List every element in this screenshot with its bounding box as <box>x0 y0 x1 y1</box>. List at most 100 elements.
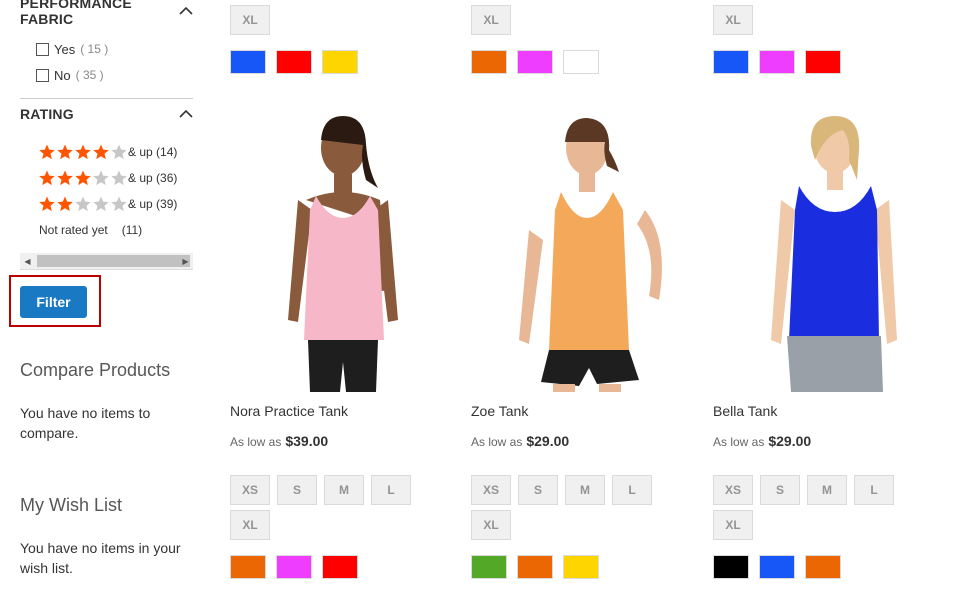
color-swatch[interactable] <box>471 50 507 74</box>
color-swatch[interactable] <box>471 555 507 579</box>
rating-option-label: & up (14) <box>128 145 178 159</box>
size-swatch-xs[interactable]: XS <box>713 475 753 505</box>
star-empty-icon <box>110 143 128 161</box>
checkbox-yes[interactable] <box>36 42 49 56</box>
product-price-box: As low as $29.00 <box>471 433 569 449</box>
star-empty-icon <box>110 195 128 213</box>
color-swatch[interactable] <box>230 555 266 579</box>
rating-option-4[interactable]: & up (14) <box>38 143 177 161</box>
size-swatch-l[interactable]: L <box>612 475 652 505</box>
divider <box>20 98 193 99</box>
horizontal-scrollbar[interactable]: ◀ ▶ <box>20 253 193 270</box>
product-name-link[interactable]: Bella Tank <box>713 403 777 419</box>
size-swatch-m[interactable]: M <box>324 475 364 505</box>
rating-option-3[interactable]: & up (36) <box>38 169 177 187</box>
size-swatch-s[interactable]: S <box>518 475 558 505</box>
rating-option-2[interactable]: & up (39) <box>38 195 177 213</box>
filter-option-no[interactable]: No ( 35 ) <box>36 67 104 83</box>
product-image[interactable] <box>228 100 458 392</box>
filter-option-label: Yes <box>54 41 76 57</box>
color-swatch[interactable] <box>322 50 358 74</box>
wishlist-title: My Wish List <box>20 495 123 515</box>
star-filled-icon <box>74 169 92 187</box>
price-prefix: As low as <box>471 435 523 449</box>
filter-button[interactable]: Filter <box>20 286 87 318</box>
star-filled-icon <box>56 143 74 161</box>
product-name-link[interactable]: Zoe Tank <box>471 403 528 419</box>
chevron-up-icon[interactable] <box>179 109 193 119</box>
scrollbar-thumb[interactable] <box>37 255 190 267</box>
filter-performance-fabric-title[interactable]: PERFORMANCE FABRIC <box>20 0 193 27</box>
product-image[interactable] <box>469 100 699 392</box>
color-swatch[interactable] <box>322 555 358 579</box>
product-price: $29.00 <box>768 433 812 449</box>
size-swatch-s[interactable]: S <box>760 475 800 505</box>
color-swatch[interactable] <box>276 50 312 74</box>
chevron-up-icon[interactable] <box>179 6 193 16</box>
not-rated-count: (11) <box>121 223 143 237</box>
color-swatch[interactable] <box>713 555 749 579</box>
size-swatch-m[interactable]: M <box>807 475 847 505</box>
price-prefix: As low as <box>230 435 282 449</box>
size-swatch-m[interactable]: M <box>565 475 605 505</box>
star-filled-icon <box>92 143 110 161</box>
size-swatch-l[interactable]: L <box>854 475 894 505</box>
star-filled-icon <box>56 195 74 213</box>
filter-option-count: ( 35 ) <box>75 68 104 82</box>
product-price: $29.00 <box>526 433 570 449</box>
size-swatch-xl[interactable]: XL <box>713 5 753 35</box>
size-swatch-xl[interactable]: XL <box>230 5 270 35</box>
compare-empty-message: You have no items to compare. <box>20 405 151 441</box>
star-filled-icon <box>38 143 56 161</box>
color-swatch[interactable] <box>230 50 266 74</box>
size-swatch-xl[interactable]: XL <box>471 5 511 35</box>
star-empty-icon <box>74 195 92 213</box>
color-swatch[interactable] <box>805 50 841 74</box>
star-rating <box>38 195 128 213</box>
rating-option-not-rated[interactable]: Not rated yet (11) <box>39 223 142 237</box>
star-filled-icon <box>74 143 92 161</box>
not-rated-label: Not rated yet <box>39 223 108 237</box>
color-swatch[interactable] <box>517 50 553 74</box>
filter-option-count: ( 15 ) <box>80 42 109 56</box>
filter-rating-label: RATING <box>20 106 74 122</box>
wishlist-empty-message: You have no items in your wish list. <box>20 540 181 576</box>
color-swatch[interactable] <box>759 50 795 74</box>
color-swatch[interactable] <box>563 555 599 579</box>
star-empty-icon <box>110 169 128 187</box>
filter-performance-fabric-label: PERFORMANCE FABRIC <box>20 0 132 27</box>
color-swatch[interactable] <box>713 50 749 74</box>
size-swatch-s[interactable]: S <box>277 475 317 505</box>
color-swatch[interactable] <box>759 555 795 579</box>
compare-products-title: Compare Products <box>20 360 171 380</box>
size-swatch-xs[interactable]: XS <box>471 475 511 505</box>
color-swatch[interactable] <box>805 555 841 579</box>
product-image[interactable] <box>711 100 941 392</box>
size-swatch-xl[interactable]: XL <box>230 510 270 540</box>
size-swatch-xl[interactable]: XL <box>471 510 511 540</box>
filter-option-label: No <box>54 67 71 83</box>
scroll-right-arrow-icon[interactable]: ▶ <box>178 253 193 270</box>
star-filled-icon <box>56 169 74 187</box>
star-filled-icon <box>38 169 56 187</box>
size-swatch-xl[interactable]: XL <box>713 510 753 540</box>
checkbox-no[interactable] <box>36 68 49 82</box>
filter-option-yes[interactable]: Yes ( 15 ) <box>36 41 108 57</box>
scroll-left-arrow-icon[interactable]: ◀ <box>20 253 35 270</box>
size-swatch-l[interactable]: L <box>371 475 411 505</box>
layered-navigation-sidebar: PERFORMANCE FABRIC Yes ( 15 ) No ( 35 ) … <box>0 0 200 602</box>
product-price-box: As low as $29.00 <box>713 433 811 449</box>
size-swatch-xs[interactable]: XS <box>230 475 270 505</box>
rating-option-label: & up (39) <box>128 197 178 211</box>
color-swatch[interactable] <box>276 555 312 579</box>
filter-rating-title[interactable]: RATING <box>20 103 193 125</box>
star-empty-icon <box>92 169 110 187</box>
color-swatch[interactable] <box>563 50 599 74</box>
star-empty-icon <box>92 195 110 213</box>
product-name-link[interactable]: Nora Practice Tank <box>230 403 348 419</box>
product-price: $39.00 <box>285 433 329 449</box>
rating-option-label: & up (36) <box>128 171 178 185</box>
star-rating <box>38 143 128 161</box>
color-swatch[interactable] <box>517 555 553 579</box>
product-price-box: As low as $39.00 <box>230 433 328 449</box>
